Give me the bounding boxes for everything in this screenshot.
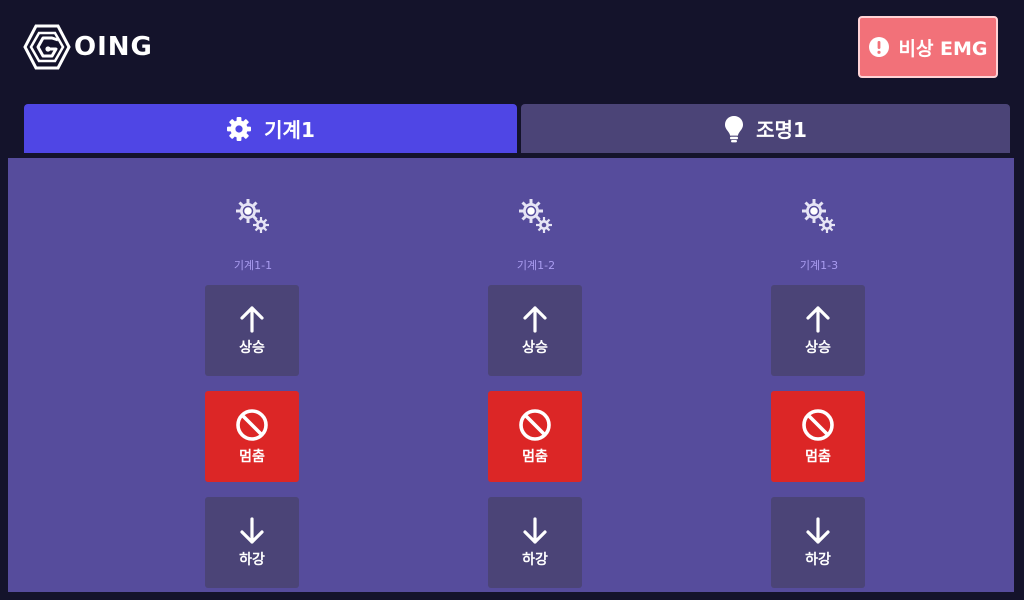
arrow-up-icon bbox=[239, 305, 265, 333]
machine-card: 기계1-3 상승 멈춤 하강 bbox=[771, 158, 867, 592]
arrow-down-icon bbox=[805, 516, 831, 545]
lower-button[interactable]: 하강 bbox=[205, 497, 299, 588]
ban-icon bbox=[235, 408, 269, 442]
ban-icon bbox=[518, 408, 552, 442]
tab-light1[interactable]: 조명1 bbox=[521, 104, 1010, 153]
lower-button-label: 하강 bbox=[805, 551, 831, 568]
raise-button[interactable]: 상승 bbox=[205, 285, 299, 376]
machine-card: 기계1-1 상승 멈춤 하강 bbox=[205, 158, 301, 592]
lower-button[interactable]: 하강 bbox=[488, 497, 582, 588]
logo-text: OING bbox=[74, 32, 153, 62]
tab-machine1[interactable]: 기계1 bbox=[24, 104, 517, 153]
machine-control-panel: 기계1-1 상승 멈춤 하강 기계1-2 상승 멈춤 하강 기계1-3 상승 멈… bbox=[8, 158, 1014, 592]
machine-card: 기계1-2 상승 멈춤 하강 bbox=[488, 158, 584, 592]
arrow-up-icon bbox=[805, 305, 831, 333]
alert-circle-icon bbox=[868, 36, 890, 58]
gears-icon bbox=[236, 199, 269, 233]
tab-light1-label: 조명1 bbox=[756, 118, 807, 142]
gears-icon bbox=[802, 199, 835, 233]
logo-mark-icon bbox=[23, 24, 71, 70]
arrow-down-icon bbox=[239, 516, 265, 545]
raise-button-label: 상승 bbox=[805, 339, 831, 356]
machine-label: 기계1-1 bbox=[233, 259, 273, 272]
machine-label: 기계1-3 bbox=[799, 259, 839, 272]
arrow-up-icon bbox=[522, 305, 548, 333]
lower-button-label: 하강 bbox=[239, 551, 265, 568]
raise-button[interactable]: 상승 bbox=[488, 285, 582, 376]
emergency-button[interactable]: 비상 EMG bbox=[858, 16, 998, 78]
lower-button-label: 하강 bbox=[522, 551, 548, 568]
app-root: OING 비상 EMG 기계1 조명1 기계1-1 상승 멈춤 하강 기계1-2… bbox=[0, 0, 1024, 600]
raise-button[interactable]: 상승 bbox=[771, 285, 865, 376]
lightbulb-icon bbox=[724, 115, 744, 143]
ban-icon bbox=[801, 408, 835, 442]
gear-icon bbox=[226, 116, 252, 142]
gears-icon bbox=[519, 199, 552, 233]
stop-button[interactable]: 멈춤 bbox=[771, 391, 865, 482]
stop-button-label: 멈춤 bbox=[522, 448, 548, 465]
lower-button[interactable]: 하강 bbox=[771, 497, 865, 588]
machine-label: 기계1-2 bbox=[516, 259, 556, 272]
emergency-button-label: 비상 EMG bbox=[898, 37, 988, 60]
stop-button[interactable]: 멈춤 bbox=[205, 391, 299, 482]
tab-machine1-label: 기계1 bbox=[264, 118, 315, 142]
logo: OING bbox=[22, 24, 153, 70]
stop-button-label: 멈춤 bbox=[239, 448, 265, 465]
raise-button-label: 상승 bbox=[522, 339, 548, 356]
stop-button[interactable]: 멈춤 bbox=[488, 391, 582, 482]
arrow-down-icon bbox=[522, 516, 548, 545]
raise-button-label: 상승 bbox=[239, 339, 265, 356]
stop-button-label: 멈춤 bbox=[805, 448, 831, 465]
